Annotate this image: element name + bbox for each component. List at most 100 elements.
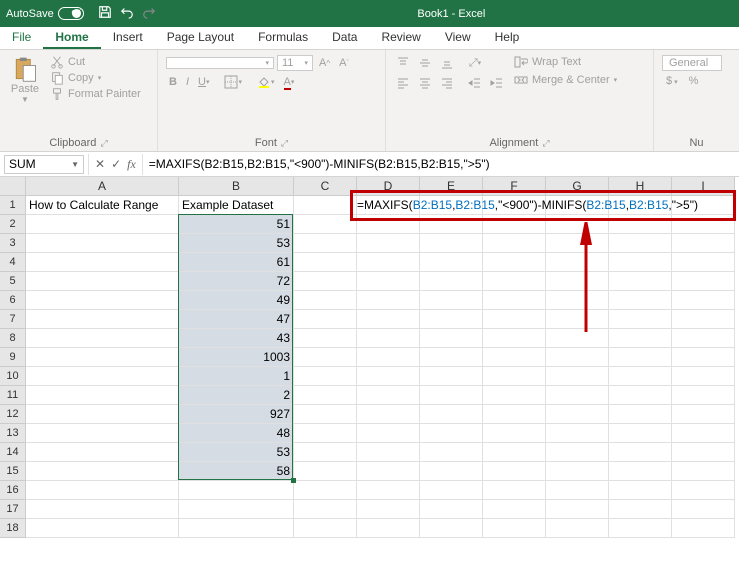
cell-G14[interactable] [546,443,609,462]
row-header-9[interactable]: 9 [0,348,26,367]
cell-D18[interactable] [357,519,420,538]
cell-G11[interactable] [546,386,609,405]
cell-E16[interactable] [420,481,483,500]
align-right-icon[interactable] [438,75,456,91]
cell-I3[interactable] [672,234,735,253]
borders-button[interactable]: ▾ [221,75,245,89]
row-header-12[interactable]: 12 [0,405,26,424]
accounting-button[interactable]: $ ▾ [662,75,682,87]
cell-G15[interactable] [546,462,609,481]
col-header-C[interactable]: C [294,177,357,196]
font-size-combo[interactable]: 11▾ [277,55,313,71]
row-header-4[interactable]: 4 [0,253,26,272]
cell-C8[interactable] [294,329,357,348]
cell-D15[interactable] [357,462,420,481]
row-header-6[interactable]: 6 [0,291,26,310]
cell-B4[interactable]: 61 [179,253,294,272]
col-header-G[interactable]: G [546,177,609,196]
cell-E14[interactable] [420,443,483,462]
cell-B1[interactable]: Example Dataset [179,196,294,215]
cell-G16[interactable] [546,481,609,500]
tab-page-layout[interactable]: Page Layout [155,27,246,49]
cell-C12[interactable] [294,405,357,424]
copy-button[interactable]: Copy ▾ [50,71,141,85]
merge-center-button[interactable]: Merge & Center ▾ [514,73,617,87]
cell-G3[interactable] [546,234,609,253]
cell-D2[interactable] [357,215,420,234]
cell-A17[interactable] [26,500,179,519]
cell-I6[interactable] [672,291,735,310]
cell-B7[interactable]: 47 [179,310,294,329]
cell-C18[interactable] [294,519,357,538]
cell-E18[interactable] [420,519,483,538]
cell-B16[interactable] [179,481,294,500]
cell-E11[interactable] [420,386,483,405]
cell-F12[interactable] [483,405,546,424]
cell-H7[interactable] [609,310,672,329]
wrap-text-button[interactable]: Wrap Text [514,55,617,69]
cell-H14[interactable] [609,443,672,462]
tab-help[interactable]: Help [483,27,532,49]
cell-C1[interactable] [294,196,357,215]
cell-G9[interactable] [546,348,609,367]
cell-C14[interactable] [294,443,357,462]
row-header-2[interactable]: 2 [0,215,26,234]
tab-data[interactable]: Data [320,27,369,49]
cell-H9[interactable] [609,348,672,367]
fill-color-button[interactable]: ▾ [254,75,278,89]
cell-F14[interactable] [483,443,546,462]
cell-B13[interactable]: 48 [179,424,294,443]
cell-C13[interactable] [294,424,357,443]
cell-C2[interactable] [294,215,357,234]
row-header-13[interactable]: 13 [0,424,26,443]
cell-I17[interactable] [672,500,735,519]
cell-G6[interactable] [546,291,609,310]
fx-icon[interactable]: fx [127,157,136,172]
clipboard-dialog-launcher-icon[interactable]: ⤢ [100,138,107,149]
align-center-icon[interactable] [416,75,434,91]
cell-I2[interactable] [672,215,735,234]
cell-C17[interactable] [294,500,357,519]
formula-input[interactable]: =MAXIFS(B2:B15,B2:B15,"<900")-MINIFS(B2:… [143,157,739,171]
row-header-18[interactable]: 18 [0,519,26,538]
col-header-I[interactable]: I [672,177,735,196]
cell-C9[interactable] [294,348,357,367]
cell-F18[interactable] [483,519,546,538]
cell-C15[interactable] [294,462,357,481]
cell-G12[interactable] [546,405,609,424]
cut-button[interactable]: Cut [50,55,141,69]
paste-button[interactable]: Paste ▼ [4,53,46,135]
cell-F17[interactable] [483,500,546,519]
align-middle-icon[interactable] [416,55,434,71]
cell-I10[interactable] [672,367,735,386]
tab-view[interactable]: View [433,27,483,49]
cell-D16[interactable] [357,481,420,500]
italic-button[interactable]: I [183,76,192,88]
cell-I18[interactable] [672,519,735,538]
cell-A1[interactable]: How to Calculate Range [26,196,179,215]
cell-H18[interactable] [609,519,672,538]
chevron-down-icon[interactable]: ▼ [71,160,79,169]
cancel-icon[interactable]: ✕ [95,157,105,171]
cell-A15[interactable] [26,462,179,481]
cell-D3[interactable] [357,234,420,253]
cell-H5[interactable] [609,272,672,291]
cell-I14[interactable] [672,443,735,462]
cell-C7[interactable] [294,310,357,329]
cell-A12[interactable] [26,405,179,424]
font-name-combo[interactable]: ▾ [166,57,274,69]
underline-button[interactable]: U ▾ [195,76,212,88]
row-header-15[interactable]: 15 [0,462,26,481]
tab-insert[interactable]: Insert [101,27,155,49]
cell-B17[interactable] [179,500,294,519]
cell-E15[interactable] [420,462,483,481]
cell-E12[interactable] [420,405,483,424]
cell-F3[interactable] [483,234,546,253]
cell-H13[interactable] [609,424,672,443]
cell-I15[interactable] [672,462,735,481]
cell-G10[interactable] [546,367,609,386]
font-dialog-launcher-icon[interactable]: ⤢ [281,138,288,149]
redo-icon[interactable] [142,5,156,22]
name-box[interactable]: SUM▼ [4,155,84,174]
cell-F15[interactable] [483,462,546,481]
